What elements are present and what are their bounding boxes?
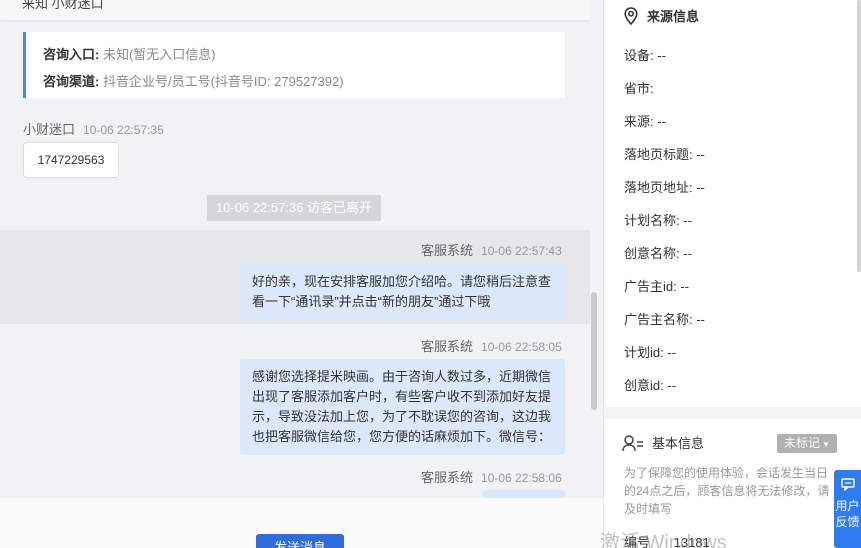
chevron-down-icon: ▼ xyxy=(822,440,830,449)
field-device: 设备: -- xyxy=(624,45,666,64)
consult-entry-label: 咨询入口: xyxy=(43,47,100,62)
user-feedback-button[interactable]: 用户反馈 xyxy=(834,470,861,548)
field-creative-name-value: -- xyxy=(683,246,692,261)
field-advertiser-name-value: -- xyxy=(696,312,705,327)
location-pin-icon xyxy=(624,6,638,25)
agent-name-2: 客服系统 xyxy=(421,339,474,354)
agent-time-1: 10-06 22:57:43 xyxy=(481,244,562,258)
field-plan-name-label: 计划名称: xyxy=(624,213,680,228)
tag-dropdown-label: 未标记 xyxy=(784,436,821,450)
field-creative-name-label: 创意名称: xyxy=(624,246,680,261)
consult-entry-row: 咨询入口: 未知(暂无入口信息) xyxy=(43,41,565,68)
basic-info-header: 基本信息 xyxy=(622,433,704,452)
agent-meta-3: 客服系统 10-06 22:58:06 xyxy=(421,467,562,486)
field-device-label: 设备: xyxy=(624,48,654,63)
field-plan-id-value: -- xyxy=(667,345,677,360)
field-source-label: 来源: xyxy=(624,114,654,129)
agent-time-3: 10-06 22:58:06 xyxy=(481,471,562,485)
consult-entry-value: 未知(暂无入口信息) xyxy=(102,47,216,62)
agent-time-2: 10-06 22:58:05 xyxy=(481,340,562,354)
agent-message-bubble-1: 好的亲，现在安排客服加您介绍哈。请您稍后注意查看一下“通讯录”并点击“新的朋友”… xyxy=(240,264,565,320)
visitor-meta: 小财迷口 10-06 22:57:35 xyxy=(23,119,164,138)
field-advertiser-id-label: 广告主id: xyxy=(624,279,677,294)
field-advertiser-id: 广告主id: -- xyxy=(624,276,689,295)
chat-topbar: 来知 小财迷口 xyxy=(0,0,603,20)
side-divider xyxy=(604,407,861,419)
field-creative-id-value: -- xyxy=(667,378,677,393)
field-advertiser-name: 广告主名称: -- xyxy=(624,309,705,328)
chat-scrollbar-thumb[interactable] xyxy=(591,292,597,410)
field-creative-id-label: 创意id: xyxy=(624,378,664,393)
consult-channel-value: 抖音企业号/员工号(抖音号ID: 279527392) xyxy=(102,74,344,89)
agent-name-1: 客服系统 xyxy=(421,243,474,258)
field-landing-url-value: -- xyxy=(696,180,705,195)
source-info-header: 来源信息 xyxy=(624,6,699,25)
user-feedback-label: 用户反馈 xyxy=(835,499,860,529)
field-advertiser-id-value: -- xyxy=(680,279,690,294)
source-info-title: 来源信息 xyxy=(647,9,700,24)
system-tip-visitor-left: 10-06 22:57:36 访客已离开 xyxy=(207,195,381,221)
field-source-value: -- xyxy=(657,114,666,129)
consult-channel-row: 咨询渠道: 抖音企业号/员工号(抖音号ID: 279527392) xyxy=(43,68,565,95)
send-message-button[interactable]: 发送消息 xyxy=(256,534,344,548)
windows-activation-watermark: 激活 Windows xyxy=(600,532,727,548)
consult-info-card: 咨询入口: 未知(暂无入口信息) 咨询渠道: 抖音企业号/员工号(抖音号ID: … xyxy=(23,32,565,98)
consult-channel-label: 咨询渠道: xyxy=(43,74,100,89)
field-landing-url-label: 落地页地址: xyxy=(624,180,693,195)
chat-panel: 来知 小财迷口 咨询入口: 未知(暂无入口信息) 咨询渠道: 抖音企业号/员工号… xyxy=(0,0,603,548)
field-plan-name: 计划名称: -- xyxy=(624,210,692,229)
basic-info-title: 基本信息 xyxy=(652,436,705,451)
side-scrollbar-thumb[interactable] xyxy=(857,0,861,272)
agent-message-bubble-3 xyxy=(482,490,565,498)
agent-message-bubble-2: 感谢您选择提米映画。由于咨询人数过多，近期微信出现了客服添加客户时，有些客户收不… xyxy=(240,359,565,455)
field-landing-title-label: 落地页标题: xyxy=(624,147,693,162)
field-province-label: 省市: xyxy=(624,81,654,96)
agent-meta-1: 客服系统 10-06 22:57:43 xyxy=(421,240,562,259)
field-creative-name: 创意名称: -- xyxy=(624,243,692,262)
visitor-message-bubble: 1747229563 xyxy=(23,142,119,178)
agent-name-3: 客服系统 xyxy=(421,470,474,485)
field-plan-id: 计划id: -- xyxy=(624,342,676,361)
field-plan-name-value: -- xyxy=(683,213,692,228)
feedback-chat-icon xyxy=(840,478,855,492)
visitor-time: 10-06 22:57:35 xyxy=(83,123,164,137)
side-panel: 来源信息 设备: -- 省市: 来源: -- 落地页标题: -- 落地页地址: … xyxy=(603,0,861,548)
chat-scrollbar-track[interactable] xyxy=(590,0,603,548)
field-advertiser-name-label: 广告主名称: xyxy=(624,312,693,327)
field-creative-id: 创意id: -- xyxy=(624,375,676,394)
field-device-value: -- xyxy=(657,48,666,63)
field-source: 来源: -- xyxy=(624,111,666,130)
field-province: 省市: xyxy=(624,78,654,97)
user-info-icon xyxy=(622,434,643,451)
edit-notice: 为了保障您的使用体验，会话发生当日的24点之后，顾客信息将无法修改，请及时填写 xyxy=(624,466,830,516)
visitor-name: 小财迷口 xyxy=(23,122,76,137)
tag-dropdown[interactable]: 未标记 ▼ xyxy=(777,434,837,453)
field-plan-id-label: 计划id: xyxy=(624,345,664,360)
field-landing-url: 落地页地址: -- xyxy=(624,177,705,196)
field-landing-title: 落地页标题: -- xyxy=(624,144,705,163)
chat-topbar-text: 来知 小财迷口 xyxy=(22,0,104,11)
field-landing-title-value: -- xyxy=(696,147,705,162)
agent-meta-2: 客服系统 10-06 22:58:05 xyxy=(421,336,562,355)
